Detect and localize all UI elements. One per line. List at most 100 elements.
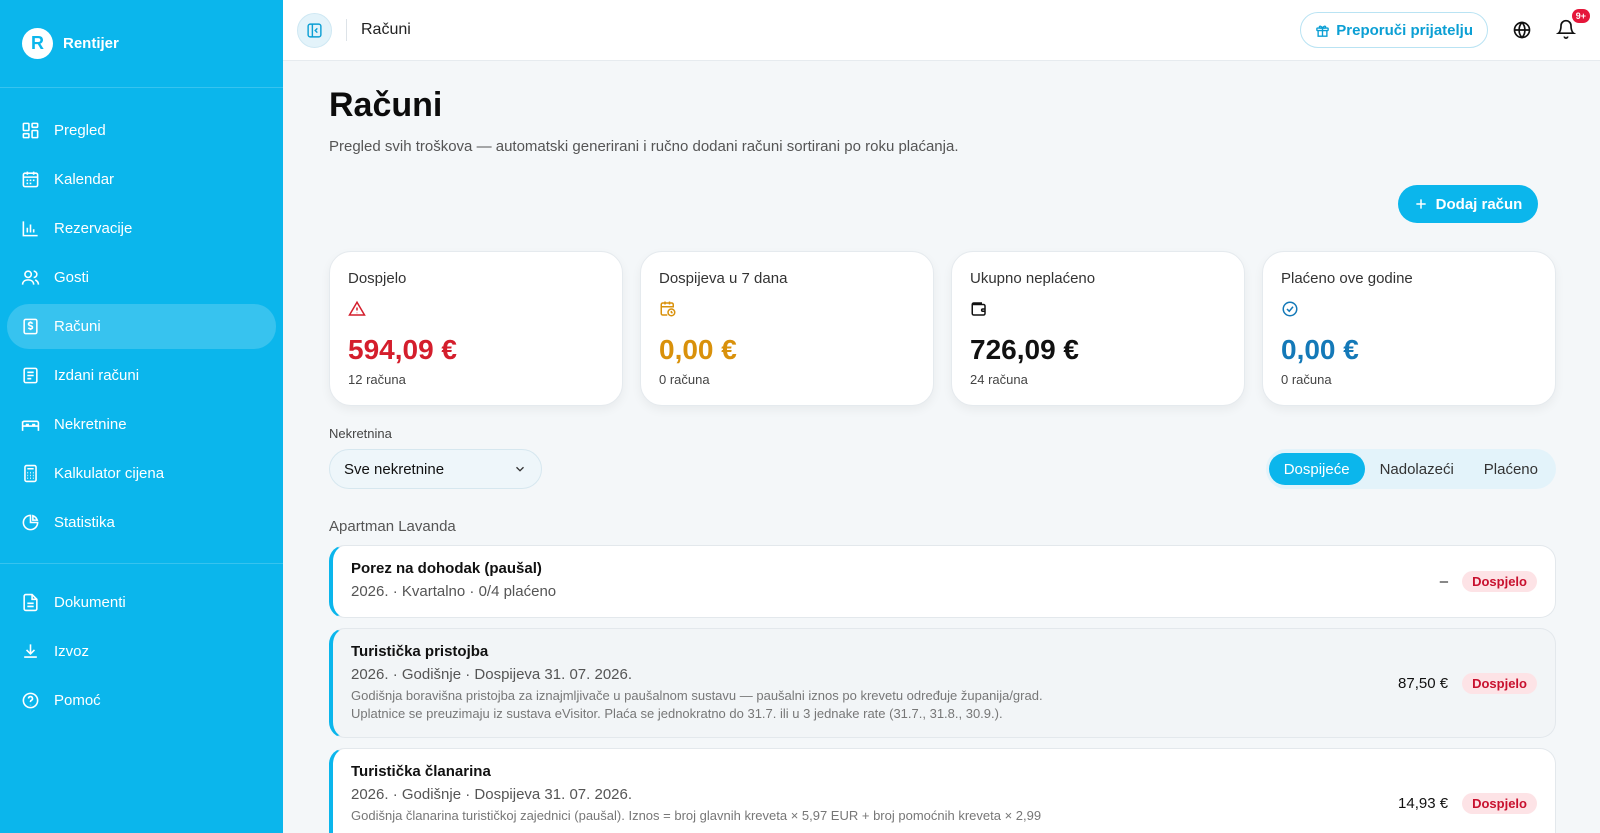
stat-count: 24 računa <box>970 372 1028 387</box>
add-bill-button[interactable]: Dodaj račun <box>1398 185 1538 223</box>
bill-name: Turistička članarina <box>351 763 491 780</box>
bell-icon <box>1555 19 1577 39</box>
brand[interactable]: R Rentijer <box>0 0 283 88</box>
stat-card-total-unpaid: Ukupno neplaćeno 726,09 € 24 računa <box>951 251 1245 406</box>
notification-count-badge: 9+ <box>1571 9 1590 23</box>
refer-friend-label: Preporuči prijatelju <box>1336 21 1473 39</box>
dollar-receipt-icon <box>23 318 38 335</box>
sidebar-nav: Pregled Kalendar Rezervacije Gosti Račun… <box>0 88 283 723</box>
calculator-icon <box>24 464 37 483</box>
globe-icon[interactable] <box>1512 20 1532 40</box>
page-subtitle: Pregled svih troškova — automatski gener… <box>329 138 959 155</box>
bill-description-line: Godišnja članarina turističkoj zajednici… <box>351 808 1042 823</box>
stat-label: Dospijeva u 7 dana <box>659 270 788 287</box>
check-circle-icon <box>1282 301 1298 317</box>
topbar-actions: Preporuči prijatelju 9+ <box>1300 9 1590 48</box>
bill-row[interactable]: Porez na dohodak (paušal) 2026. · Kvarta… <box>329 545 1556 618</box>
brand-logo: R <box>22 28 53 59</box>
property-select[interactable]: Sve nekretnine <box>329 449 542 489</box>
sidebar-item-label: Statistika <box>54 514 115 531</box>
chevron-down-icon <box>516 466 524 472</box>
property-group-title: Apartman Lavanda <box>329 518 456 535</box>
stat-value: 0,00 € <box>659 334 737 365</box>
sidebar-item-label: Pomoć <box>54 692 101 709</box>
stat-value: 594,09 € <box>348 334 457 365</box>
sidebar-item-kalkulator-cijena[interactable]: Kalkulator cijena <box>7 451 276 496</box>
bill-meta: 2026. · Godišnje · Dospijeva 31. 07. 202… <box>351 666 633 683</box>
property-filter-label: Nekretnina <box>329 426 392 441</box>
property-select-value: Sve nekretnine <box>344 460 445 478</box>
sidebar-item-nekretnine[interactable]: Nekretnine <box>7 402 276 447</box>
panel-collapse-icon <box>307 22 322 38</box>
sidebar-item-pomoc[interactable]: Pomoć <box>7 678 276 723</box>
bill-amount: 87,50 € <box>1398 674 1449 692</box>
warning-triangle-icon <box>348 300 366 316</box>
download-icon <box>24 644 37 658</box>
status-badge: Dospjelo <box>1462 672 1537 694</box>
main-content: Računi Pregled svih troškova — automatsk… <box>283 61 1600 833</box>
gift-icon <box>1316 24 1330 37</box>
sidebar-item-label: Dokumenti <box>54 594 126 611</box>
status-badge: Dospjelo <box>1462 792 1537 814</box>
tab-placeno[interactable]: Plaćeno <box>1469 453 1553 485</box>
sidebar-item-label: Kalendar <box>54 171 115 188</box>
topbar-divider <box>346 19 347 41</box>
document-list-icon <box>23 367 38 384</box>
bill-row[interactable]: Turistička pristojba 2026. · Godišnje · … <box>329 628 1556 738</box>
sidebar-item-label: Kalkulator cijena <box>54 465 165 482</box>
users-icon <box>21 270 40 285</box>
sidebar: R Rentijer Pregled Kalendar Rezervacije … <box>0 0 283 833</box>
sidebar-item-izdani-racuni[interactable]: Izdani računi <box>7 353 276 398</box>
stat-card-overdue: Dospjelo 594,09 € 12 računa <box>329 251 623 406</box>
bill-right: – Dospjelo <box>1440 546 1537 617</box>
bar-chart-icon <box>22 221 38 237</box>
bill-right: 87,50 € Dospjelo <box>1398 629 1537 737</box>
pie-chart-icon <box>22 514 39 531</box>
sidebar-item-izvoz[interactable]: Izvoz <box>7 629 276 674</box>
stat-value: 726,09 € <box>970 334 1079 365</box>
sidebar-item-label: Izdani računi <box>54 367 140 384</box>
stat-count: 0 računa <box>659 372 710 387</box>
sidebar-item-pregled[interactable]: Pregled <box>7 108 276 153</box>
sidebar-divider <box>0 563 283 564</box>
help-circle-icon <box>22 692 39 709</box>
sidebar-item-rezervacije[interactable]: Rezervacije <box>7 206 276 251</box>
dashboard-icon <box>22 122 39 139</box>
sidebar-item-gosti[interactable]: Gosti <box>7 255 276 300</box>
sidebar-item-label: Rezervacije <box>54 220 133 237</box>
bill-tabs: Dospijeće Nadolazeći Plaćeno <box>1265 449 1556 489</box>
sidebar-item-statistika[interactable]: Statistika <box>7 500 276 545</box>
tab-nadolazeci[interactable]: Nadolazeći <box>1365 453 1469 485</box>
bill-name: Porez na dohodak (paušal) <box>351 560 542 577</box>
bill-right: 14,93 € Dospjelo <box>1398 749 1537 833</box>
bill-row[interactable]: Turistička članarina 2026. · Godišnje · … <box>329 748 1556 833</box>
notifications-button[interactable]: 9+ <box>1555 9 1590 41</box>
stat-count: 0 računa <box>1281 372 1332 387</box>
calendar-icon <box>22 171 39 188</box>
stat-value: 0,00 € <box>1281 334 1359 365</box>
stat-count: 12 računa <box>348 372 406 387</box>
sidebar-item-racuni[interactable]: Računi <box>7 304 276 349</box>
tab-dospijece[interactable]: Dospijeće <box>1268 453 1365 485</box>
brand-name: Rentijer <box>63 35 119 52</box>
stat-label: Plaćeno ove godine <box>1281 270 1413 287</box>
page-title: Računi <box>329 86 443 124</box>
stat-card-due-7-days: Dospijeva u 7 dana 0,00 € 0 računa <box>640 251 934 406</box>
sidebar-item-dokumenti[interactable]: Dokumenti <box>7 580 276 625</box>
sidebar-item-label: Izvoz <box>54 643 90 660</box>
stat-card-paid-this-year: Plaćeno ove godine 0,00 € 0 računa <box>1262 251 1556 406</box>
sidebar-item-kalendar[interactable]: Kalendar <box>7 157 276 202</box>
bill-meta: 2026. · Kvartalno · 0/4 plaćeno <box>351 583 557 600</box>
refer-friend-button[interactable]: Preporuči prijatelju <box>1300 12 1488 48</box>
bill-description-line: Godišnja boravišna pristojba za iznajmlj… <box>351 688 1043 703</box>
stat-label: Ukupno neplaćeno <box>970 270 1096 287</box>
status-badge: Dospjelo <box>1462 571 1537 592</box>
wallet-icon <box>971 302 986 316</box>
bill-amount: – <box>1439 573 1449 590</box>
add-bill-label: Dodaj račun <box>1435 195 1523 213</box>
stat-label: Dospjelo <box>348 270 407 287</box>
topbar: Računi Preporuči prijatelju 9+ <box>283 0 1600 61</box>
bed-icon <box>21 420 40 431</box>
sidebar-toggle-button[interactable] <box>297 12 332 48</box>
stats-row: Dospjelo 594,09 € 12 računa Dospijeva u … <box>329 251 1556 406</box>
